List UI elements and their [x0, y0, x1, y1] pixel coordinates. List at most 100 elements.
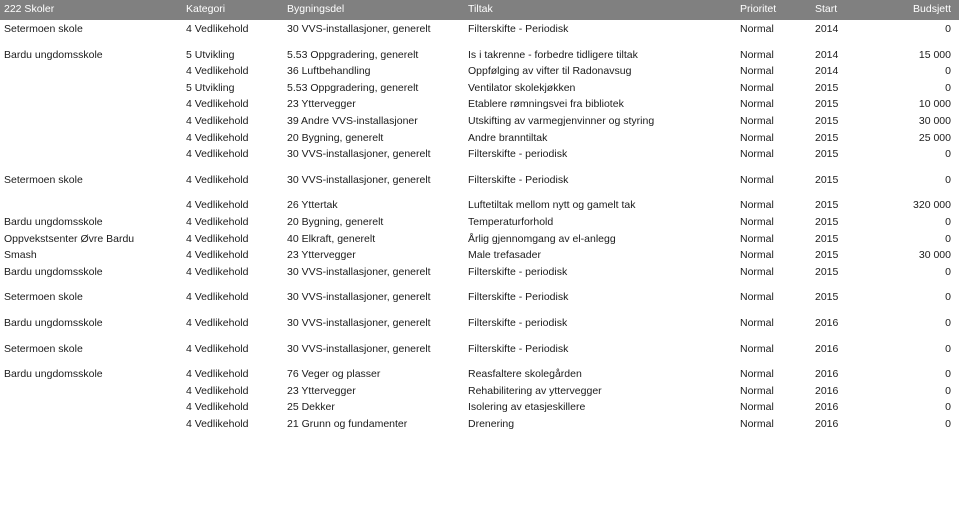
cell-skole: Bardu ungdomsskole [4, 215, 103, 228]
cell-skole [0, 130, 186, 147]
cell-kategori: 4 Vedlikehold [186, 23, 249, 35]
maintenance-table: 222 Skoler Kategori Bygningsdel Tiltak P… [0, 0, 959, 432]
cell-budsjett: 0 [945, 215, 951, 228]
cell-prio: Normal [740, 98, 774, 111]
column-header-start: Start [815, 3, 838, 15]
cell-prio: Normal [740, 316, 774, 329]
cell-skole [0, 63, 186, 80]
cell-bygg: 40 Elkraft, generelt [287, 232, 376, 245]
cell-kategori: 4 Vedlikehold [186, 98, 249, 111]
cell-bygg: 30 VVS-installasjoner, generelt [287, 23, 431, 35]
cell-budsjett: 0 [945, 23, 951, 35]
cell-tiltak: Filterskifte - Periodisk [468, 291, 569, 304]
cell-skole: Bardu ungdomsskole [4, 316, 103, 329]
cell-prio: Normal [740, 401, 774, 414]
cell-budsjett: 0 [945, 265, 951, 278]
table-row: 4 Vedlikehold 26 Yttertak Luftetiltak mell… [0, 188, 959, 214]
table-header-row: 222 Skoler Kategori Bygningsdel Tiltak P… [0, 0, 959, 20]
cell-kategori: 4 Vedlikehold [186, 173, 249, 186]
cell-skole: Bardu ungdomsskole [4, 368, 103, 381]
cell-budsjett: 30 000 [918, 249, 951, 262]
cell-start: 2014 [815, 23, 839, 35]
cell-bygg: 23 Yttervegger [287, 98, 356, 111]
table-row: Setermoen skole 4 Vedlikehold 30 VVS-insta… [0, 20, 959, 38]
cell-tiltak: Luftetiltak mellom nytt og gamelt tak [468, 199, 636, 212]
cell-tiltak: Drenering [468, 417, 515, 430]
cell-start: 2015 [815, 265, 839, 278]
cell-skole: Setermoen skole [4, 291, 83, 304]
cell-bygg: 30 VVS-installasjoner, generelt [287, 173, 431, 186]
cell-prio: Normal [740, 114, 774, 127]
cell-prio: Normal [740, 199, 774, 212]
column-header-kategori: Kategori [186, 3, 226, 15]
cell-bygg: 30 VVS-installasjoner, generelt [287, 265, 431, 278]
cell-budsjett: 0 [945, 401, 951, 414]
table-row: Bardu ungdomsskole 4 Vedlikehold 76 Veger … [0, 357, 959, 383]
cell-bygg: 39 Andre VVS-installasjoner [287, 114, 418, 127]
table-row: 4 Vedlikehold 21 Grunn og fundamenter Dren… [0, 416, 959, 433]
cell-bygg: 5.53 Oppgradering, generelt [287, 81, 419, 94]
cell-start: 2015 [815, 81, 839, 94]
cell-prio: Normal [740, 368, 774, 381]
cell-kategori: 4 Vedlikehold [186, 215, 249, 228]
cell-skole [0, 188, 186, 214]
cell-tiltak: Filterskifte - periodisk [468, 316, 568, 329]
cell-tiltak: Andre branntiltak [468, 131, 548, 144]
maintenance-report: 222 Skoler Kategori Bygningsdel Tiltak P… [0, 0, 959, 432]
cell-budsjett: 320 000 [913, 199, 951, 212]
cell-tiltak: Utskifting av varmegjenvinner og styring [468, 114, 655, 127]
table-header: 222 Skoler Kategori Bygningsdel Tiltak P… [0, 0, 959, 20]
cell-tiltak: Filterskifte - Periodisk [468, 23, 569, 35]
cell-bygg: 30 VVS-installasjoner, generelt [287, 148, 431, 161]
cell-kategori: 4 Vedlikehold [186, 342, 249, 355]
cell-skole [0, 113, 186, 130]
cell-start: 2016 [815, 384, 839, 397]
cell-budsjett: 15 000 [918, 48, 951, 61]
cell-start: 2015 [815, 199, 839, 212]
column-header-bygningsdel: Bygningsdel [287, 3, 345, 15]
cell-bygg: 30 VVS-installasjoner, generelt [287, 316, 431, 329]
cell-skole [0, 416, 186, 433]
cell-tiltak: Filterskifte - periodisk [468, 148, 568, 161]
cell-skole: Oppvekstsenter Øvre Bardu [4, 232, 135, 245]
table-row: 4 Vedlikehold 23 Yttervegger Etablere rømn… [0, 96, 959, 113]
cell-budsjett: 0 [945, 148, 951, 161]
cell-tiltak: Ventilator skolekjøkken [468, 81, 576, 94]
cell-skole: Setermoen skole [4, 173, 83, 186]
table-row: 4 Vedlikehold 23 Yttervegger Rehabiliterin… [0, 383, 959, 400]
cell-skole [0, 80, 186, 97]
table-row: Bardu ungdomsskole 5 Utvikling 5.53 Oppgra… [0, 38, 959, 64]
cell-kategori: 5 Utvikling [186, 48, 235, 61]
cell-kategori: 4 Vedlikehold [186, 65, 249, 78]
cell-start: 2016 [815, 316, 839, 329]
cell-skole: Setermoen skole [4, 23, 83, 35]
cell-tiltak: Rehabilitering av yttervegger [468, 384, 602, 397]
cell-start: 2014 [815, 48, 839, 61]
cell-start: 2015 [815, 173, 839, 186]
cell-kategori: 4 Vedlikehold [186, 265, 249, 278]
cell-start: 2015 [815, 232, 839, 245]
table-row: Setermoen skole 4 Vedlikehold 30 VVS-insta… [0, 332, 959, 358]
cell-tiltak: Filterskifte - periodisk [468, 265, 568, 278]
cell-kategori: 4 Vedlikehold [186, 417, 249, 430]
cell-bygg: 23 Yttervegger [287, 249, 356, 262]
cell-tiltak: Is i takrenne - forbedre tidligere tilta… [468, 48, 638, 61]
cell-prio: Normal [740, 131, 774, 144]
cell-kategori: 4 Vedlikehold [186, 368, 249, 381]
cell-skole [0, 96, 186, 113]
cell-kategori: 4 Vedlikehold [186, 232, 249, 245]
cell-tiltak: Temperaturforhold [468, 215, 554, 228]
table-row: 4 Vedlikehold 36 Luftbehandling Oppfølging… [0, 63, 959, 80]
table-row: Bardu ungdomsskole 4 Vedlikehold 30 VVS-in… [0, 306, 959, 332]
cell-tiltak: Etablere rømningsvei fra bibliotek [468, 98, 624, 111]
column-header-budsjett: Budsjett [913, 3, 951, 15]
cell-skole [0, 383, 186, 400]
cell-budsjett: 0 [945, 291, 951, 304]
column-header-tiltak: Tiltak [468, 3, 493, 15]
cell-skole: Smash [4, 249, 37, 262]
cell-prio: Normal [740, 148, 774, 161]
cell-start: 2016 [815, 417, 839, 430]
cell-budsjett: 0 [945, 316, 951, 329]
cell-kategori: 5 Utvikling [186, 81, 235, 94]
cell-bygg: 25 Dekker [287, 401, 335, 414]
